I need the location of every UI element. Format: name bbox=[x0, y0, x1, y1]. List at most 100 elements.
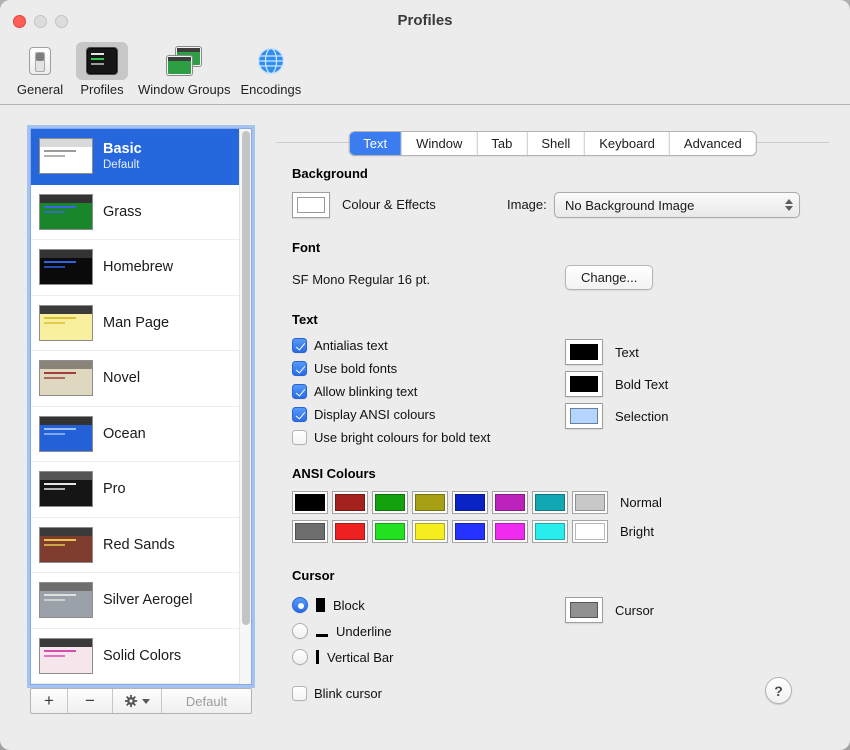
cursor-colour-well[interactable] bbox=[565, 597, 603, 623]
profile-list: Basic Default Grass Homebrew Man Page Novel Oc… bbox=[30, 128, 252, 685]
ansi-swatch-normal-5[interactable] bbox=[492, 490, 528, 514]
ansi-row-normal: Normal bbox=[292, 490, 662, 514]
ansi-swatch-normal-0[interactable] bbox=[292, 490, 328, 514]
radio-button[interactable] bbox=[292, 649, 308, 665]
option-use-bold-fonts[interactable]: Use bold fonts bbox=[292, 357, 490, 380]
ansi-swatch-color bbox=[575, 522, 605, 540]
radio-label: Vertical Bar bbox=[327, 649, 394, 665]
profile-thumbnail bbox=[39, 637, 93, 674]
profile-name: Ocean bbox=[103, 425, 146, 442]
minimize-button[interactable] bbox=[34, 15, 47, 28]
cursor-option-underline[interactable]: Underline bbox=[292, 618, 393, 644]
image-label: Image: bbox=[507, 197, 547, 212]
toolbar-label-encodings: Encodings bbox=[240, 82, 302, 97]
cursor-option-block[interactable]: Block bbox=[292, 592, 393, 618]
preferences-window: Profiles General Profiles Window Groups bbox=[0, 0, 850, 750]
ansi-swatch-bright-3[interactable] bbox=[412, 519, 448, 543]
remove-profile-button[interactable]: − bbox=[68, 689, 113, 713]
ansi-swatch-normal-3[interactable] bbox=[412, 490, 448, 514]
set-default-button[interactable]: Default bbox=[162, 689, 251, 713]
add-profile-button[interactable]: + bbox=[31, 689, 68, 713]
profile-row-basic[interactable]: Basic Default bbox=[31, 129, 251, 185]
option-use-bright-colours-for-bold-text[interactable]: Use bright colours for bold text bbox=[292, 426, 490, 449]
color-well-text[interactable] bbox=[565, 339, 603, 365]
scrollbar-thumb[interactable] bbox=[241, 131, 250, 625]
font-value: SF Mono Regular 16 pt. bbox=[292, 272, 431, 287]
option-allow-blinking-text[interactable]: Allow blinking text bbox=[292, 380, 490, 403]
ansi-swatch-bright-0[interactable] bbox=[292, 519, 328, 543]
ansi-swatch-bright-1[interactable] bbox=[332, 519, 368, 543]
thumbnail-text-line bbox=[44, 538, 77, 541]
thumbnail-titlebar bbox=[40, 250, 92, 259]
ansi-swatch-normal-4[interactable] bbox=[452, 490, 488, 514]
background-image-dropdown[interactable]: No Background Image bbox=[554, 192, 800, 218]
ansi-swatch-bright-6[interactable] bbox=[532, 519, 568, 543]
profile-row-grass[interactable]: Grass bbox=[31, 185, 251, 240]
checkbox[interactable] bbox=[292, 384, 307, 399]
option-display-ansi-colours[interactable]: Display ANSI colours bbox=[292, 403, 490, 426]
profile-row-novel[interactable]: Novel bbox=[31, 351, 251, 407]
checkbox[interactable] bbox=[292, 407, 307, 422]
zoom-button[interactable] bbox=[55, 15, 68, 28]
tab-keyboard[interactable]: Keyboard bbox=[584, 132, 669, 155]
cursor-options: Block Underline Vertical Bar bbox=[292, 592, 393, 670]
profile-thumbnail bbox=[39, 249, 93, 286]
toolbar-item-window-groups[interactable]: Window Groups bbox=[138, 42, 230, 97]
cursor-colour-swatch bbox=[570, 602, 598, 618]
checkbox[interactable] bbox=[292, 430, 307, 445]
radio-button[interactable] bbox=[292, 623, 308, 639]
cursor-option-vertical-bar[interactable]: Vertical Bar bbox=[292, 644, 393, 670]
thumbnail-titlebar bbox=[40, 416, 92, 425]
ansi-swatch-normal-7[interactable] bbox=[572, 490, 608, 514]
profile-row-man-page[interactable]: Man Page bbox=[31, 296, 251, 351]
option-antialias-text[interactable]: Antialias text bbox=[292, 334, 490, 357]
profile-name: Silver Aerogel bbox=[103, 592, 193, 609]
tab-advanced[interactable]: Advanced bbox=[668, 132, 756, 155]
ansi-swatch-bright-2[interactable] bbox=[372, 519, 408, 543]
toolbar-item-profiles[interactable]: Profiles bbox=[76, 42, 128, 97]
radio-button[interactable] bbox=[292, 597, 308, 613]
background-colour-swatch bbox=[297, 197, 325, 213]
chevron-down-icon bbox=[142, 698, 150, 704]
profile-label: Homebrew bbox=[103, 259, 173, 275]
change-font-button[interactable]: Change... bbox=[565, 265, 654, 290]
scrollbar-track[interactable] bbox=[239, 129, 251, 684]
close-button[interactable] bbox=[13, 15, 26, 28]
profile-actions-button[interactable] bbox=[113, 689, 162, 713]
thumbnail-text-line bbox=[44, 150, 77, 153]
color-well-bold-text[interactable] bbox=[565, 371, 603, 397]
ansi-swatch-normal-6[interactable] bbox=[532, 490, 568, 514]
toolbar-item-encodings[interactable]: Encodings bbox=[240, 42, 301, 97]
checkbox[interactable] bbox=[292, 361, 307, 376]
checkbox[interactable] bbox=[292, 338, 307, 353]
ansi-swatch-color bbox=[415, 522, 445, 540]
background-colour-well[interactable] bbox=[292, 192, 330, 218]
titlebar: Profiles bbox=[0, 0, 850, 40]
toolbar-item-general[interactable]: General bbox=[14, 42, 66, 97]
cursor-heading: Cursor bbox=[292, 568, 335, 583]
profile-row-pro[interactable]: Pro bbox=[31, 462, 251, 518]
profile-row-homebrew[interactable]: Homebrew bbox=[31, 240, 251, 296]
background-heading: Background bbox=[292, 166, 368, 181]
blink-cursor-checkbox[interactable] bbox=[292, 686, 307, 701]
ansi-swatch-normal-2[interactable] bbox=[372, 490, 408, 514]
ansi-swatch-bright-4[interactable] bbox=[452, 519, 488, 543]
ansi-swatch-normal-1[interactable] bbox=[332, 490, 368, 514]
profile-thumbnail bbox=[39, 138, 93, 175]
ansi-swatch-bright-5[interactable] bbox=[492, 519, 528, 543]
tab-tab[interactable]: Tab bbox=[476, 132, 526, 155]
profile-row-silver-aerogel[interactable]: Silver Aerogel bbox=[31, 573, 251, 629]
tab-text[interactable]: Text bbox=[349, 132, 402, 155]
thumbnail-titlebar bbox=[40, 638, 92, 647]
profile-row-solid-colors[interactable]: Solid Colors bbox=[31, 629, 251, 684]
profile-row-ocean[interactable]: Ocean bbox=[31, 407, 251, 462]
tab-window[interactable]: Window bbox=[401, 132, 476, 155]
thumbnail-text-line bbox=[44, 649, 77, 652]
ansi-swatch-bright-7[interactable] bbox=[572, 519, 608, 543]
blink-cursor-option[interactable]: Blink cursor bbox=[292, 682, 382, 705]
tab-shell[interactable]: Shell bbox=[526, 132, 584, 155]
help-button[interactable]: ? bbox=[765, 677, 792, 704]
color-well-selection[interactable] bbox=[565, 403, 603, 429]
thumbnail-text-line bbox=[44, 432, 65, 435]
profile-row-red-sands[interactable]: Red Sands bbox=[31, 518, 251, 573]
